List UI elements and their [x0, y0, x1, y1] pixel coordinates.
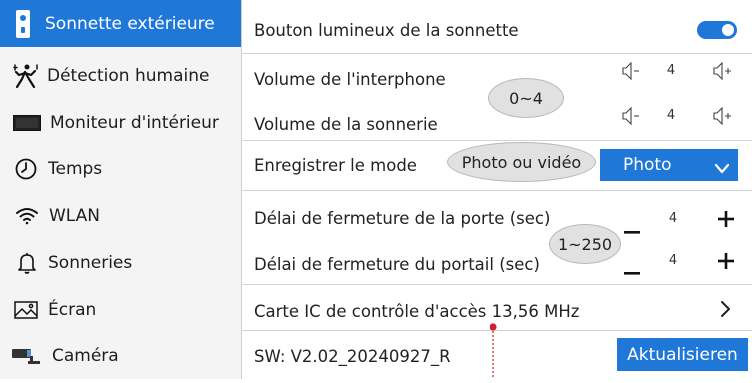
sidebar-item-sonnette[interactable]: Sonnette extérieure	[0, 0, 241, 47]
gate-delay-value: 4	[668, 253, 678, 268]
ring-volume-value: 4	[666, 108, 676, 123]
sidebar-item-detection[interactable]: Détection humaine	[0, 53, 241, 99]
update-button[interactable]: Aktualisieren	[617, 338, 748, 371]
sidebar-item-label: Écran	[48, 300, 97, 320]
image-icon	[14, 301, 38, 319]
divider	[242, 53, 752, 54]
sidebar-item-camera[interactable]: Caméra	[0, 333, 241, 379]
gate-delay-label: Délai de fermeture du portail (sec)	[254, 255, 540, 274]
ring-volume-label: Volume de la sonnerie	[254, 115, 438, 134]
sidebar-item-wlan[interactable]: WLAN	[0, 193, 241, 239]
software-version-label: SW: V2.02_20240927_R	[254, 347, 451, 366]
volume-down-button[interactable]	[622, 106, 642, 129]
volume-range-annotation: 0~4	[488, 78, 564, 118]
monitor-icon	[13, 115, 41, 131]
door-delay-label: Délai de fermeture de la porte (sec)	[254, 209, 551, 228]
button-light-label: Bouton lumineux de la sonnette	[254, 21, 519, 40]
intercom-volume-value: 4	[666, 63, 676, 78]
volume-up-button[interactable]	[713, 106, 735, 129]
divider	[242, 140, 752, 141]
record-mode-value: Photo	[623, 155, 672, 175]
record-mode-label: Enregistrer le mode	[254, 156, 417, 175]
intercom-volume-label: Volume de l'interphone	[254, 70, 446, 89]
clock-icon	[15, 158, 37, 180]
sidebar-item-label: Sonnette extérieure	[45, 13, 215, 34]
plus-button[interactable]	[718, 211, 734, 231]
update-button-label: Aktualisieren	[627, 344, 738, 365]
sidebar-item-label: Caméra	[52, 346, 119, 366]
divider	[242, 284, 752, 285]
plus-button[interactable]	[718, 253, 734, 273]
record-mode-dropdown[interactable]: Photo	[600, 149, 738, 181]
minus-button[interactable]	[624, 261, 640, 280]
annotation-pointer	[489, 323, 497, 379]
delay-range-annotation: 1~250	[549, 224, 621, 264]
camera-icon	[12, 347, 42, 365]
chevron-down-icon	[714, 159, 730, 179]
door-delay-value: 4	[668, 211, 678, 226]
sidebar-item-label: Temps	[48, 159, 103, 179]
minus-button[interactable]	[624, 220, 640, 239]
sidebar-item-label: Sonneries	[48, 253, 133, 273]
sidebar-item-label: WLAN	[49, 206, 101, 226]
divider	[242, 190, 752, 191]
chevron-right-icon[interactable]	[721, 301, 731, 321]
sidebar-item-sonneries[interactable]: Sonneries	[0, 240, 241, 286]
ic-card-label[interactable]: Carte IC de contrôle d'accès 13,56 MHz	[254, 302, 579, 321]
bell-icon	[15, 251, 39, 275]
sidebar-item-moniteur[interactable]: Moniteur d'intérieur	[0, 100, 241, 146]
doorbell-icon	[16, 9, 30, 38]
sidebar-item-label: Détection humaine	[47, 66, 210, 86]
sidebar-item-ecran[interactable]: Écran	[0, 287, 241, 333]
toggle-knob	[722, 24, 734, 36]
wifi-icon	[15, 207, 39, 225]
record-mode-annotation: Photo ou vidéo	[447, 142, 596, 182]
volume-down-button[interactable]	[622, 61, 642, 84]
running-person-icon	[13, 63, 39, 89]
volume-up-button[interactable]	[713, 61, 735, 84]
sidebar: Sonnette extérieure Détection humaine Mo…	[0, 0, 241, 379]
sidebar-item-label: Moniteur d'intérieur	[50, 113, 219, 133]
sidebar-item-temps[interactable]: Temps	[0, 146, 241, 192]
button-light-toggle[interactable]	[697, 21, 737, 39]
